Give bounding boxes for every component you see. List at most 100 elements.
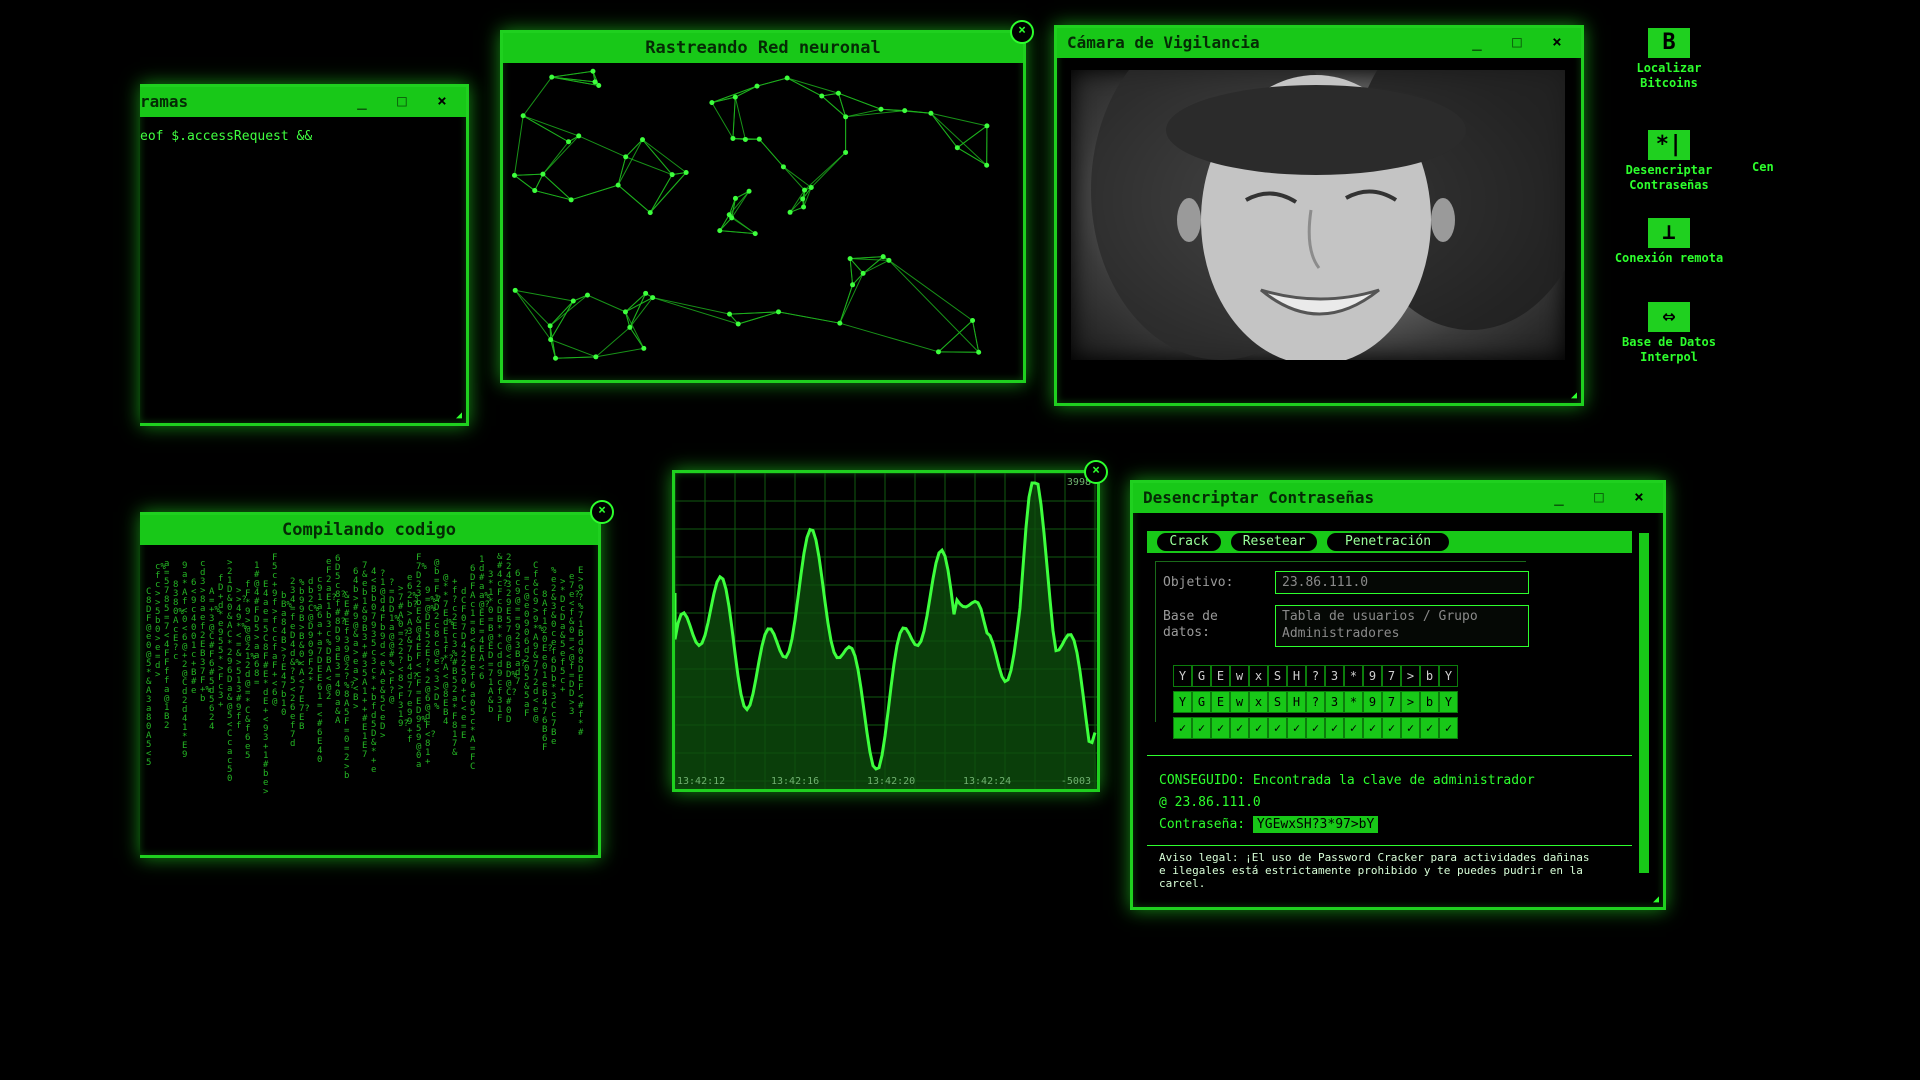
check-icon: ✓ (1420, 717, 1439, 739)
network-node (547, 323, 553, 329)
close-button[interactable]: × (1539, 28, 1575, 58)
matrix-column: c% fc> >5b 0>e= d> (155, 562, 166, 680)
matrix-column: 8 3 80%Ac E ? c (173, 580, 184, 662)
programs-titlebar[interactable]: ramas _ □ × (140, 87, 466, 117)
network-node (800, 196, 806, 202)
matrix-column: a=5 785 =7 <4 FF ffa@1B2 (164, 559, 170, 731)
network-edge (649, 172, 687, 213)
matrix-column: %e2&3& 0ce f6 Db * 3Cc7Be (551, 566, 557, 747)
matrix-column: 6c9@ = =9 23 Ba?d7 (515, 569, 526, 687)
neural-close-button[interactable]: × (1010, 20, 1034, 44)
char-cell: G (1192, 691, 1211, 713)
char-cell: x (1249, 665, 1268, 687)
tab-crack[interactable]: Crack (1157, 533, 1221, 551)
matrix-column: E> 9 ? %7 1 Bd08DE F<# f *# (578, 566, 584, 738)
network-node (860, 270, 866, 276)
tab-penetracion[interactable]: Penetración (1327, 533, 1449, 551)
minimize-button[interactable]: _ (344, 87, 380, 117)
network-edge (652, 297, 739, 325)
char-cell: * (1344, 691, 1363, 713)
network-node (627, 324, 633, 330)
network-edge (549, 300, 574, 327)
network-edge (783, 166, 805, 191)
network-edge (513, 115, 524, 176)
matrix-column: > >?49*% <=&>513#9f f (236, 586, 247, 731)
maximize-button[interactable]: □ (384, 87, 420, 117)
scrollbar[interactable] (1639, 533, 1649, 873)
char-cell: ? (1306, 691, 1325, 713)
password-result: Contraseña: YGEwxSH?3*97>bY (1159, 816, 1379, 833)
network-edge (839, 273, 864, 324)
matrix-column: &E#Ef 3 9@2 ?%? 8A5 F =0= 2>b (344, 591, 355, 781)
face-image (1091, 70, 1565, 360)
objective-field[interactable]: 23.86.111.0 (1275, 571, 1529, 594)
wave-bottom-value: -5003 (1060, 776, 1091, 787)
network-node (780, 164, 786, 170)
desktop-icon-desencriptar[interactable]: *| Desencriptar Contraseñas (1604, 130, 1734, 193)
resize-grip-icon[interactable]: ◢ (1653, 894, 1659, 905)
matrix-column: 1# @ 4#F D 5> aa 68 = (254, 561, 260, 688)
network-node (615, 182, 621, 188)
network-node (902, 108, 908, 114)
matrix-column: 6< 9c4 001c+ B#e (191, 578, 197, 696)
network-edge (839, 284, 854, 324)
matrix-column: db 2 C%@ D90 9F2 * (308, 577, 319, 686)
network-node (511, 172, 517, 178)
network-edge (625, 139, 643, 158)
tab-resetear[interactable]: Resetear (1231, 533, 1317, 551)
network-edge (551, 70, 594, 78)
close-button[interactable]: × (1621, 483, 1657, 513)
network-node (984, 162, 990, 168)
network-node (843, 149, 849, 155)
password-icon: *| (1648, 130, 1690, 160)
desktop-icon-label: Localizar Bitcoins (1636, 61, 1702, 90)
network-node (928, 110, 934, 116)
network-edge (957, 125, 988, 149)
password-titlebar[interactable]: Desencriptar Contraseñas _ □ × (1133, 483, 1663, 513)
network-edge (719, 230, 756, 235)
matrix-column: 9 =%?@%DE 52E ?*2@6@d F<?81+ (425, 586, 442, 767)
network-node (756, 136, 762, 142)
network-node (735, 321, 741, 327)
neural-titlebar[interactable]: Rastreando Red neuronal (503, 33, 1023, 63)
desktop-icon-interpol[interactable]: ⇔ Base de Datos Interpol (1604, 302, 1734, 365)
network-edge (617, 156, 627, 186)
char-cell: w (1230, 691, 1249, 713)
network-edge (734, 97, 746, 140)
resize-grip-icon[interactable]: ◢ (456, 410, 462, 421)
maximize-button[interactable]: □ (1499, 28, 1535, 58)
maximize-button[interactable]: □ (1581, 483, 1617, 513)
camera-window: Cámara de Vigilancia _ □ × ◢ (1054, 25, 1584, 406)
network-edge (849, 258, 854, 285)
wave-close-button[interactable]: × (1084, 460, 1108, 484)
matrix-column: eF2aE?1b3c %DBA<@2 (326, 557, 337, 702)
desktop-icon-conexion-remota[interactable]: ⊥ Conexión remota (1604, 218, 1734, 266)
matrix-column: f D+ d*e95 5 *>F c3+ (218, 574, 224, 710)
compile-close-button[interactable]: × (590, 500, 614, 524)
matrix-column: dCF0 7D4 2250 +C< e= E (461, 587, 467, 741)
check-icon: ✓ (1306, 717, 1325, 739)
resize-grip-icon[interactable]: ◢ (1571, 390, 1577, 401)
network-edge (522, 115, 569, 143)
password-label: Contraseña: (1159, 817, 1246, 832)
database-field[interactable]: Tabla de usuarios / Grupo Administradore… (1275, 605, 1529, 647)
network-edge (778, 311, 840, 324)
camera-titlebar[interactable]: Cámara de Vigilancia _ □ × (1057, 28, 1581, 58)
char-cell: Y (1439, 691, 1458, 713)
compile-titlebar[interactable]: Compilando codigo (140, 515, 598, 545)
matrix-column: 6DFAc1=8<6 Eef6 a0 5 c*A= FC (470, 564, 476, 772)
neural-network-graph (511, 68, 990, 361)
network-node (850, 282, 856, 288)
desktop-icon-localizar-bitcoins[interactable]: B Localizar Bitcoins (1604, 28, 1734, 91)
network-edge (732, 97, 736, 139)
network-node (843, 114, 849, 120)
minimize-button[interactable]: _ (1541, 483, 1577, 513)
check-icon: ✓ (1173, 717, 1192, 739)
programs-window: ramas _ □ × eof $.accessRequest && ◢ (140, 84, 469, 426)
matrix-column: ? = DD1%a@@# %>F ?@ (389, 578, 400, 705)
minimize-button[interactable]: _ (1459, 28, 1495, 58)
close-button[interactable]: × (424, 87, 460, 117)
network-edge (758, 138, 784, 168)
network-node (954, 145, 960, 151)
network-edge (514, 174, 536, 191)
